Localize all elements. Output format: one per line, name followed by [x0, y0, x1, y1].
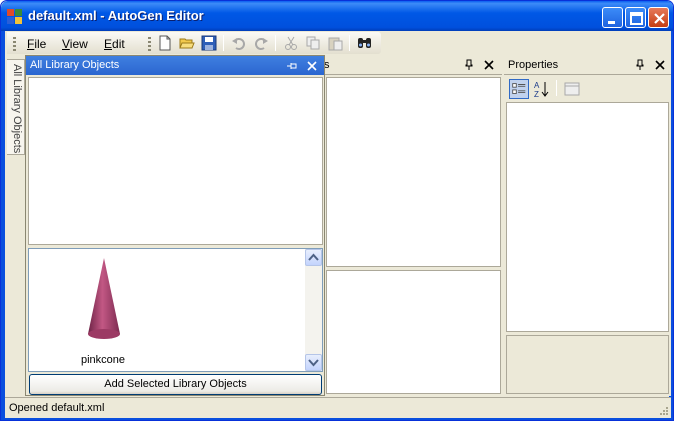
minimize-icon	[608, 21, 615, 24]
add-selected-library-objects-button[interactable]: Add Selected Library Objects	[29, 374, 322, 395]
status-bar: Opened default.xml	[5, 397, 671, 418]
toolbar-grip[interactable]	[148, 37, 151, 51]
chevron-up-icon	[308, 253, 319, 261]
toolbar-row: File View Edit	[5, 31, 671, 56]
toolbar-separator	[223, 35, 224, 51]
properties-toolbar: A Z	[506, 77, 669, 101]
resize-grip-icon[interactable]	[657, 404, 669, 416]
library-object-list[interactable]: pinkcone	[28, 248, 323, 372]
library-panel-title: All Library Objects	[30, 59, 120, 71]
maximize-button[interactable]	[625, 7, 646, 28]
side-tab-strip: All Library Objects	[5, 56, 25, 394]
document-view-top[interactable]	[326, 77, 501, 267]
app-icon	[7, 9, 22, 24]
chevron-down-icon	[308, 359, 319, 367]
app-window: default.xml - AutoGen Editor File View E…	[0, 0, 674, 421]
properties-title: Properties	[508, 59, 559, 71]
scroll-down-button[interactable]	[305, 354, 322, 371]
undo-icon[interactable]	[231, 35, 247, 51]
toolbar-separator	[556, 80, 557, 96]
alphabetical-icon[interactable]: A Z	[532, 79, 552, 99]
toolbar-separator	[349, 35, 350, 51]
pin-icon[interactable]	[634, 59, 646, 71]
close-icon	[654, 13, 665, 24]
vertical-scrollbar[interactable]	[305, 249, 322, 371]
menu-view[interactable]: View	[62, 37, 88, 51]
list-item-label: pinkcone	[80, 354, 126, 366]
toolbar-separator	[275, 35, 276, 51]
close-window-button[interactable]	[648, 7, 669, 28]
menu-bar: File View Edit	[7, 32, 147, 54]
properties-pane: Properties A Z	[504, 56, 671, 396]
list-item[interactable]: pinkcone	[63, 254, 143, 370]
toolbar	[145, 32, 381, 54]
library-panel-header[interactable]: All Library Objects	[26, 56, 324, 75]
library-preview-area[interactable]	[28, 77, 323, 245]
new-file-icon[interactable]	[157, 35, 173, 51]
cone-icon	[88, 258, 120, 339]
document-view-bottom[interactable]	[326, 270, 501, 394]
property-grid[interactable]	[506, 102, 669, 332]
maximize-icon	[630, 12, 643, 25]
title-bar[interactable]: default.xml - AutoGen Editor	[1, 1, 673, 31]
close-icon[interactable]	[306, 60, 318, 72]
property-description	[506, 335, 669, 394]
document-pane: s	[321, 56, 502, 396]
property-pages-icon[interactable]	[562, 79, 582, 99]
open-folder-icon[interactable]	[179, 35, 195, 51]
auto-hide-pin-icon[interactable]	[286, 60, 298, 72]
menu-edit[interactable]: Edit	[104, 37, 125, 51]
status-text: Opened default.xml	[9, 402, 105, 414]
minimize-button[interactable]	[602, 7, 623, 28]
copy-icon[interactable]	[305, 35, 321, 51]
library-panel: All Library Objects pinkcone Add Selecte…	[25, 55, 325, 396]
categorized-icon[interactable]	[509, 79, 529, 99]
svg-text:Z: Z	[534, 90, 539, 99]
document-pane-header[interactable]: s	[321, 56, 502, 75]
pin-icon[interactable]	[463, 59, 475, 71]
side-tab-label: All Library Objects	[11, 64, 23, 154]
window-title: default.xml - AutoGen Editor	[28, 8, 204, 23]
properties-header[interactable]: Properties	[504, 56, 671, 75]
menu-file[interactable]: File	[27, 37, 46, 51]
cut-icon[interactable]	[283, 35, 299, 51]
close-icon[interactable]	[654, 59, 666, 71]
menu-grip[interactable]	[13, 37, 16, 51]
svg-text:A: A	[534, 81, 540, 90]
close-icon[interactable]	[483, 59, 495, 71]
paste-icon[interactable]	[327, 35, 343, 51]
redo-icon[interactable]	[253, 35, 269, 51]
find-icon[interactable]	[357, 35, 373, 51]
save-icon[interactable]	[201, 35, 217, 51]
scroll-up-button[interactable]	[305, 249, 322, 266]
tab-all-library-objects[interactable]: All Library Objects	[7, 59, 25, 155]
